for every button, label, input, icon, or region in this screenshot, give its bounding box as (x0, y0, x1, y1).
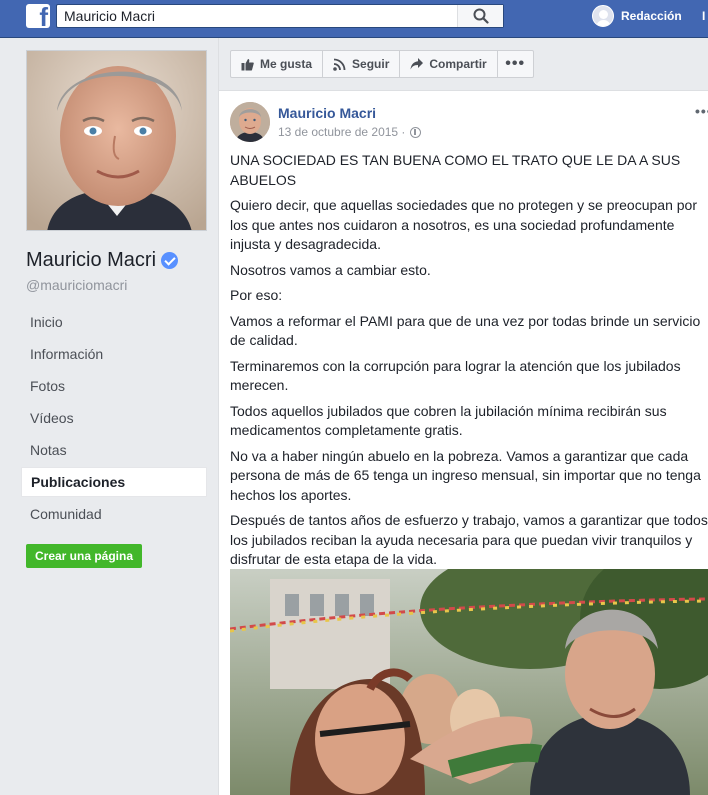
post-paragraph: No va a haber ningún abuelo en la pobrez… (230, 447, 701, 503)
user-name: Redacción (621, 9, 682, 23)
post-options-button[interactable]: ••• (695, 103, 708, 119)
profile-picture[interactable] (26, 50, 207, 231)
search-input[interactable] (64, 8, 454, 24)
search-box[interactable] (56, 4, 504, 28)
post-paragraph: Después de tantos años de esfuerzo y tra… (230, 512, 708, 567)
post-photo[interactable] (230, 569, 708, 795)
thumbs-up-icon (241, 58, 254, 70)
post-author-link[interactable]: Mauricio Macri (278, 105, 376, 121)
page-action-bar: Me gusta Seguir Compartir ••• (230, 50, 534, 78)
avatar[interactable] (230, 102, 270, 142)
share-label: Compartir (429, 57, 487, 71)
nav-item-fotos[interactable]: Fotos (21, 370, 207, 402)
top-navigation-bar: f Redacción I (0, 0, 708, 38)
follow-button[interactable]: Seguir (322, 50, 401, 78)
post-paragraph: UNA SOCIEDAD ES TAN BUENA COMO EL TRATO … (230, 152, 681, 188)
search-icon (473, 8, 489, 24)
post-paragraph: Todos aquellos jubilados que cobren la j… (230, 402, 667, 439)
nav-item-inicio[interactable]: Inicio (21, 306, 207, 338)
post-paragraph: Nosotros vamos a cambiar esto. (230, 261, 431, 278)
avatar (592, 5, 614, 27)
like-label: Me gusta (260, 57, 313, 71)
rss-icon (333, 58, 346, 71)
post-card: Mauricio Macri 13 de octubre de 2015 · •… (219, 90, 708, 795)
page-navigation: Inicio Información Fotos Vídeos Notas Pu… (21, 306, 207, 530)
post-paragraph: Por eso: (230, 287, 283, 303)
share-arrow-icon (410, 58, 424, 70)
create-page-button[interactable]: Crear una página (26, 544, 142, 568)
page-handle[interactable]: @mauriciomacri (26, 277, 127, 293)
post-timestamp[interactable]: 13 de octubre de 2015 · (278, 125, 422, 139)
post-paragraph: Terminaremos con la corrupción para logr… (230, 357, 681, 394)
globe-icon (410, 126, 422, 138)
more-options-button[interactable]: ••• (496, 50, 534, 78)
post-body: UNA SOCIEDAD ES TAN BUENA COMO EL TRATO … (230, 151, 708, 576)
facebook-logo-icon[interactable]: f (26, 4, 50, 28)
verified-badge-icon (161, 252, 179, 269)
post-paragraph: Vamos a reformar el PAMI para que de una… (230, 312, 701, 349)
nav-item-videos[interactable]: Vídeos (21, 402, 207, 434)
page-title[interactable]: Mauricio Macri (26, 249, 179, 272)
post-photo-image (230, 569, 708, 795)
nav-item-comunidad[interactable]: Comunidad (21, 498, 207, 530)
share-button[interactable]: Compartir (399, 50, 498, 78)
nav-item-informacion[interactable]: Información (21, 338, 207, 370)
nav-item-publicaciones[interactable]: Publicaciones (21, 467, 207, 497)
post-date-text: 13 de octubre de 2015 · (278, 125, 406, 139)
profile-portrait-image (27, 51, 206, 230)
nav-item-notas[interactable]: Notas (21, 434, 207, 466)
topbar-cut-label[interactable]: I (702, 9, 705, 23)
search-button[interactable] (457, 5, 503, 27)
author-avatar-image (230, 102, 270, 142)
post-paragraph: Quiero decir, que aquellas sociedades qu… (230, 197, 697, 252)
page-name-text: Mauricio Macri (26, 249, 157, 271)
follow-label: Seguir (352, 57, 390, 71)
user-profile-link[interactable]: Redacción (592, 4, 682, 28)
like-button[interactable]: Me gusta (230, 50, 324, 78)
